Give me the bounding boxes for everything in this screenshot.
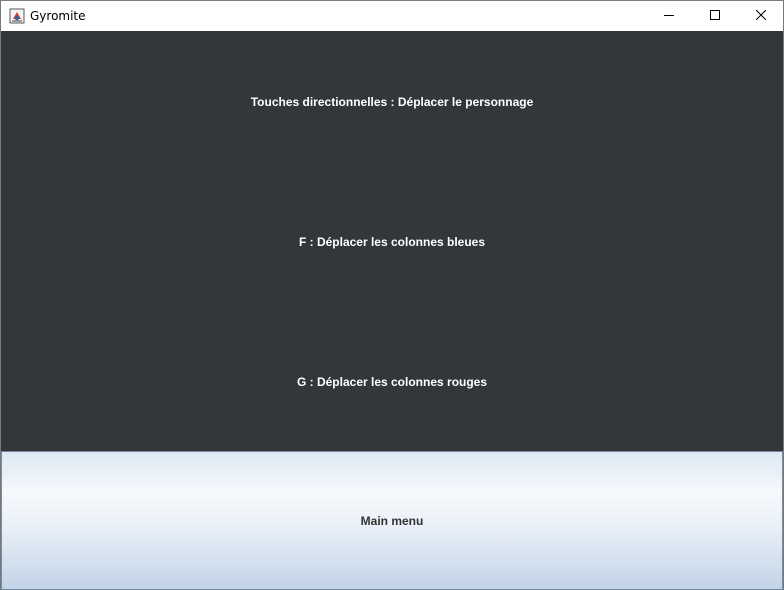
main-menu-button[interactable]: Main menu xyxy=(1,451,783,590)
title-bar[interactable]: Gyromite xyxy=(1,1,783,31)
instruction-move-character: Touches directionnelles : Déplacer le pe… xyxy=(250,95,534,109)
main-menu-label: Main menu xyxy=(360,513,424,528)
maximize-button[interactable] xyxy=(692,1,738,31)
instructions-panel: Touches directionnelles : Déplacer le pe… xyxy=(1,31,783,451)
close-button[interactable] xyxy=(738,1,784,31)
java-app-icon[interactable] xyxy=(9,8,25,24)
minimize-button[interactable] xyxy=(646,1,692,31)
instruction-blue-columns: F : Déplacer les colonnes bleues xyxy=(298,235,486,249)
instruction-red-columns: G : Déplacer les colonnes rouges xyxy=(296,375,488,389)
app-window: Gyromite Touches directionnelles : Dépla… xyxy=(0,0,784,590)
maximize-icon xyxy=(710,7,720,25)
minimize-icon xyxy=(664,7,674,25)
window-title: Gyromite xyxy=(30,9,86,23)
close-icon xyxy=(755,7,767,25)
